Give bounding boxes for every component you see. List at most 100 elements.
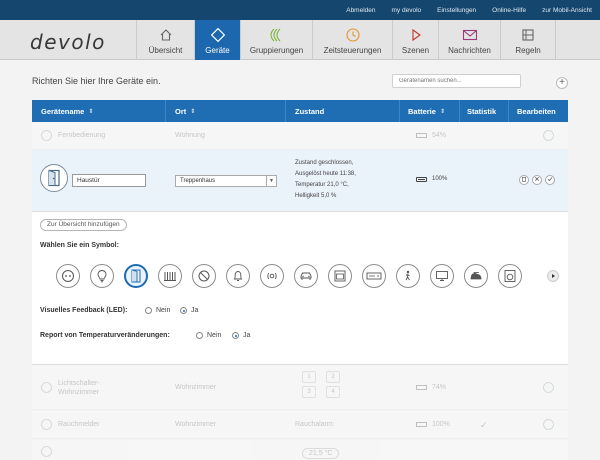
oven-icon[interactable] <box>328 264 352 288</box>
col-device-name[interactable]: Gerätename ⇕ <box>32 100 166 122</box>
device-location: Wohnung <box>175 132 205 139</box>
switch-key[interactable]: 3 <box>302 386 316 398</box>
top-links: Abmelden my devolo Einstellungen Online-… <box>330 0 592 20</box>
door-icon[interactable] <box>124 264 148 288</box>
my-devolo-link[interactable]: my devolo <box>392 7 422 14</box>
siren-icon[interactable] <box>260 264 284 288</box>
location-select-value: Treppenhaus <box>180 178 216 184</box>
check-icon[interactable] <box>545 175 555 185</box>
temp-no-radio[interactable]: Nein <box>196 332 221 339</box>
dvd-icon[interactable] <box>362 264 386 288</box>
device-name: Fernbedienung <box>58 132 106 139</box>
clock-icon <box>345 26 361 44</box>
washer-icon[interactable] <box>498 264 522 288</box>
device-settings-panel: Zur Übersicht hinzufügen Wählen Sie ein … <box>32 212 568 365</box>
socket-icon[interactable] <box>56 264 80 288</box>
state-line: Helligkeit 5,0 % <box>295 193 337 199</box>
battery-icon <box>416 385 427 390</box>
col-label: Bearbeiten <box>517 106 556 116</box>
close-icon[interactable] <box>532 175 542 185</box>
led-no-radio[interactable]: Nein <box>145 307 170 314</box>
col-state: Zustand <box>286 100 400 122</box>
page-intro: Richten Sie hier Ihre Geräte ein. <box>32 76 161 86</box>
chevron-right-icon[interactable] <box>547 270 559 282</box>
table-row[interactable]: Fernbedienung Wohnung 54% <box>32 122 568 150</box>
prohibit-icon[interactable] <box>192 264 216 288</box>
state-line: Ausgelöst heute 11:38, <box>295 171 356 177</box>
location-select[interactable]: Treppenhaus ▼ <box>175 175 277 187</box>
edit-icon[interactable] <box>543 382 554 393</box>
thermostat-icon <box>41 446 52 457</box>
led-yes-radio[interactable]: Ja <box>180 307 198 314</box>
sort-icon: ⇕ <box>439 108 445 115</box>
device-name: Lichtschalter-Wohnzimmer <box>58 380 100 396</box>
symbol-picker <box>56 264 532 288</box>
envelope-icon <box>462 26 478 44</box>
statistics-check-icon: ✓ <box>480 420 488 430</box>
led-feedback-label: Visuelles Feedback (LED): <box>40 307 128 314</box>
switch-key[interactable]: 2 <box>326 371 340 383</box>
col-label: Ort <box>175 106 187 116</box>
car-icon[interactable] <box>294 264 318 288</box>
radio-label: Nein <box>207 332 222 339</box>
monitor-icon[interactable] <box>430 264 454 288</box>
bell-icon[interactable] <box>226 264 250 288</box>
motion-icon[interactable] <box>396 264 420 288</box>
switch-key[interactable]: 1 <box>302 371 316 383</box>
iron-icon[interactable] <box>464 264 488 288</box>
switch-key[interactable]: 4 <box>326 386 340 398</box>
radio-circle <box>196 332 203 339</box>
selected-device-row[interactable]: Treppenhaus ▼ Zustand geschlossen, Ausge… <box>32 150 568 212</box>
state-line: Temperatur 21,0 °C, <box>295 182 349 188</box>
temp-yes-radio[interactable]: Ja <box>232 332 250 339</box>
nav-tabs: Übersicht Geräte Gruppierungen Zeitsteue… <box>136 20 556 60</box>
mobile-view-link[interactable]: zur Mobil-Ansicht <box>542 7 592 14</box>
radio-label: Ja <box>243 332 251 339</box>
add-device-button[interactable]: + <box>556 77 568 89</box>
table-row[interactable]: 21,5 °C <box>32 440 568 460</box>
radio-circle <box>180 307 187 314</box>
trash-icon[interactable] <box>519 175 529 185</box>
col-statistics: Statistik <box>460 100 509 122</box>
tab-groups[interactable]: Gruppierungen <box>240 20 312 60</box>
device-search-input[interactable] <box>392 74 521 88</box>
edit-icon[interactable] <box>543 130 554 141</box>
radiator-icon[interactable] <box>158 264 182 288</box>
online-help-link[interactable]: Online-Hilfe <box>492 7 526 14</box>
col-label: Batterie <box>408 106 436 116</box>
tab-label: Gruppierungen <box>249 46 304 55</box>
tab-schedules[interactable]: Zeitsteuerungen <box>312 20 392 60</box>
door-icon <box>40 164 68 192</box>
tab-rules[interactable]: Regeln <box>500 20 556 60</box>
temperature-report-label: Report von Temperaturveränderungen: <box>40 332 170 339</box>
thermostat-value[interactable]: 21,5 °C <box>302 448 340 459</box>
settings-link[interactable]: Einstellungen <box>437 7 476 14</box>
device-name: Rauchmelder <box>58 421 100 428</box>
edit-icon[interactable] <box>543 419 554 430</box>
col-edit: Bearbeiten <box>509 100 568 122</box>
remote-icon <box>41 130 52 141</box>
switch-icon <box>41 382 52 393</box>
radio-label: Nein <box>156 307 171 314</box>
table-row[interactable]: Rauchmelder Wohnzimmer Rauchalarm: 100% … <box>32 411 568 439</box>
col-location[interactable]: Ort ⇕ <box>166 100 286 122</box>
tab-scenes[interactable]: Szenen <box>392 20 438 60</box>
table-row[interactable]: Lichtschalter-Wohnzimmer Wohnzimmer 1 2 … <box>32 366 568 410</box>
col-battery[interactable]: Batterie ⇕ <box>400 100 460 122</box>
device-table-header: Gerätename ⇕ Ort ⇕ Zustand Batterie ⇕ Stati… <box>32 100 568 122</box>
bulb-icon[interactable] <box>90 264 114 288</box>
tab-messages[interactable]: Nachrichten <box>438 20 500 60</box>
logout-link[interactable]: Abmelden <box>346 7 375 14</box>
add-to-overview-button[interactable]: Zur Übersicht hinzufügen <box>40 219 127 231</box>
devolo-logo[interactable]: devolo <box>30 30 106 54</box>
tab-overview[interactable]: Übersicht <box>136 20 194 60</box>
device-state: Rauchalarm: <box>295 421 335 428</box>
device-name-input[interactable] <box>72 174 146 187</box>
tab-devices[interactable]: Geräte <box>194 20 240 60</box>
radio-circle <box>232 332 239 339</box>
col-label: Gerätename <box>41 106 85 116</box>
tab-label: Zeitsteuerungen <box>323 46 382 55</box>
battery-icon <box>416 177 427 182</box>
radio-circle <box>145 307 152 314</box>
main-nav: devolo Übersicht Geräte Gruppierungen Ze… <box>0 20 600 60</box>
